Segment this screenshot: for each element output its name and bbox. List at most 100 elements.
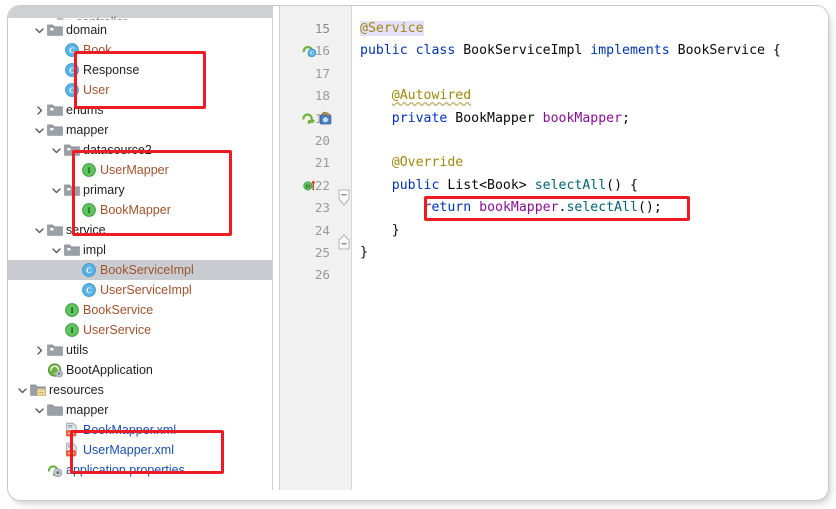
tree-item-response[interactable]: C Response: [8, 60, 272, 80]
folder-icon: [46, 222, 63, 238]
tree-item-impl[interactable]: impl: [8, 240, 272, 260]
code-line[interactable]: }: [360, 220, 828, 242]
code-text-area[interactable]: @Service public class BookServiceImpl imp…: [352, 6, 828, 490]
tree-item-userservice[interactable]: I UserService: [8, 320, 272, 340]
tree-item-domain[interactable]: domain: [8, 20, 272, 40]
chevron-right-icon[interactable]: [33, 100, 46, 120]
chevron-down-icon[interactable]: [50, 180, 63, 200]
spring-boot-icon: [46, 362, 63, 378]
interface-icon: I: [63, 322, 80, 338]
line-number: 20: [314, 132, 330, 148]
tree-item-user[interactable]: C User: [8, 80, 272, 100]
tree-item-usermapper-xml[interactable]: <> UserMapper.xml: [8, 440, 272, 460]
interface-icon: I: [80, 202, 97, 218]
svg-text:C: C: [69, 46, 75, 55]
tree-item-bookmapper[interactable]: I BookMapper: [8, 200, 272, 220]
ide-window: controller domain C Book C Response C User enum…: [8, 6, 828, 500]
code-line[interactable]: return bookMapper.selectAll();: [360, 197, 828, 219]
svg-text:C: C: [86, 266, 92, 275]
code-line[interactable]: }: [360, 242, 828, 264]
xml-file-icon: <>: [63, 442, 80, 458]
line-number: 25: [314, 244, 330, 260]
tree-item-label: service: [66, 223, 106, 237]
tree-item-label: mapper: [66, 403, 109, 417]
tree-item-userserviceimpl[interactable]: C UserServiceImpl: [8, 280, 272, 300]
tree-item-datasource2[interactable]: datasource2: [8, 140, 272, 160]
folder-icon: [46, 22, 63, 38]
xml-file-icon: <>: [63, 422, 80, 438]
tree-item-label: mapper: [66, 123, 109, 137]
line-number: 21: [314, 155, 330, 171]
properties-icon: [46, 462, 63, 478]
tree-item-usermapper[interactable]: I UserMapper: [8, 160, 272, 180]
code-line[interactable]: [360, 264, 828, 286]
tree-item-bookservice[interactable]: I BookService: [8, 300, 272, 320]
svg-text:I: I: [70, 326, 73, 335]
tree-item-primary[interactable]: primary: [8, 180, 272, 200]
svg-text:C: C: [86, 286, 92, 295]
code-line[interactable]: private BookMapper bookMapper;: [360, 108, 828, 130]
chevron-down-icon[interactable]: [33, 120, 46, 140]
chevron-down-icon[interactable]: [33, 400, 46, 420]
line-number: 18: [314, 88, 330, 104]
line-number-gutter[interactable]: 15 16 17 18 19 20 21 22 23 24 25 26 C O: [280, 6, 336, 490]
tree-item-book[interactable]: C Book: [8, 40, 272, 60]
code-line[interactable]: public List<Book> selectAll() {: [360, 175, 828, 197]
code-editor[interactable]: 15 16 17 18 19 20 21 22 23 24 25 26 C O @Service publ: [280, 6, 828, 490]
panel-divider[interactable]: [272, 6, 280, 490]
tree-item-label: BookService: [83, 303, 154, 317]
tree-item-label: Book: [83, 43, 112, 57]
tree-item-label: UserMapper.xml: [83, 443, 174, 457]
tree-item-label: resources: [49, 383, 104, 397]
svg-text:I: I: [70, 306, 73, 315]
code-line[interactable]: @Override: [360, 152, 828, 174]
code-line[interactable]: [360, 130, 828, 152]
tree-item-enums[interactable]: enums: [8, 100, 272, 120]
chevron-down-icon[interactable]: [16, 380, 29, 400]
class-icon: C: [80, 282, 97, 298]
tree-item-bookmapper-xml[interactable]: <> BookMapper.xml: [8, 420, 272, 440]
fold-region-end-icon[interactable]: [338, 234, 350, 255]
folder-icon: [63, 182, 80, 198]
folder-icon: [46, 342, 63, 358]
tree-item-bookserviceimpl[interactable]: C BookServiceImpl: [8, 260, 272, 280]
screenshot-root: controller domain C Book C Response C User enum…: [0, 0, 836, 509]
chevron-down-icon[interactable]: [50, 240, 63, 260]
svg-text:I: I: [87, 166, 90, 175]
folder-plain-icon: [46, 402, 63, 418]
tree-item-mapper[interactable]: mapper: [8, 400, 272, 420]
tree-item-label: enums: [66, 103, 104, 117]
svg-text:I: I: [87, 206, 90, 215]
code-line[interactable]: @Service: [360, 18, 828, 40]
tree-item-utils[interactable]: utils: [8, 340, 272, 360]
code-folding-gutter[interactable]: [336, 6, 352, 490]
tree-item-resources[interactable]: resources: [8, 380, 272, 400]
tree-item-label: application.properties: [66, 463, 185, 477]
line-number: 15: [314, 21, 330, 36]
code-line[interactable]: @Autowired: [360, 85, 828, 107]
tree-item-service[interactable]: service: [8, 220, 272, 240]
tree-item-label: datasource2: [83, 143, 152, 157]
project-tree-panel[interactable]: controller domain C Book C Response C User enum…: [8, 6, 272, 490]
clipped-controller-row[interactable]: controller: [8, 12, 272, 20]
tree-item-application-properties[interactable]: application.properties: [8, 460, 272, 480]
chevron-down-icon[interactable]: [33, 220, 46, 240]
tree-item-label: primary: [83, 183, 125, 197]
chevron-right-icon[interactable]: [33, 340, 46, 360]
class-icon: C: [63, 82, 80, 98]
resources-icon: [29, 382, 46, 398]
line-number: 23: [314, 200, 330, 216]
chevron-down-icon[interactable]: [33, 20, 46, 40]
tree-item-bootapplication[interactable]: BootApplication: [8, 360, 272, 380]
tree-item-mapper[interactable]: mapper: [8, 120, 272, 140]
line-number: 24: [314, 222, 330, 238]
code-line[interactable]: [360, 63, 828, 85]
code-line[interactable]: public class BookServiceImpl implements …: [360, 40, 828, 62]
fold-region-start-icon[interactable]: [338, 189, 350, 212]
svg-text:<>: <>: [67, 431, 74, 437]
project-tree-list[interactable]: domain C Book C Response C User enums mapper data…: [8, 20, 272, 480]
interface-icon: I: [80, 162, 97, 178]
chevron-down-icon[interactable]: [50, 140, 63, 160]
class-icon: C: [80, 262, 97, 278]
line-number: 22: [314, 177, 330, 193]
